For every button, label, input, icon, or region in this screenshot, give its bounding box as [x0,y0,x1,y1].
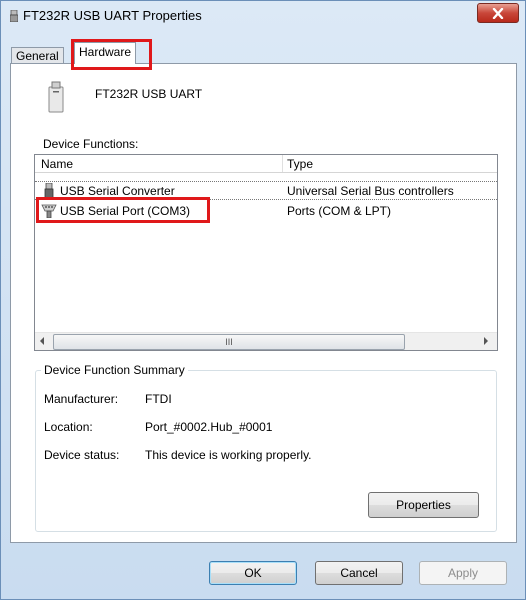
row-name: USB Serial Port (COM3) [60,204,191,218]
title-bar[interactable]: FT232R USB UART Properties [1,1,525,31]
tab-hardware[interactable]: Hardware [74,42,137,64]
list-header: Name Type [35,155,497,173]
location-label: Location: [44,420,93,434]
apply-button[interactable]: Apply [419,561,507,585]
device-icon [48,81,64,113]
device-status-value: This device is working properly. [145,448,312,462]
close-button[interactable] [477,3,519,23]
window-title: FT232R USB UART Properties [23,8,202,23]
usb-connector-icon [44,183,54,198]
summary-legend: Device Function Summary [41,363,188,377]
list-row-usb-serial-converter[interactable]: USB Serial Converter Universal Serial Bu… [35,181,497,200]
manufacturer-value: FTDI [145,392,172,406]
location-value: Port_#0002.Hub_#0001 [145,420,273,434]
scroll-right-icon[interactable] [484,337,488,345]
scroll-thumb[interactable]: III [53,334,405,350]
tab-general[interactable]: General [11,47,64,64]
device-functions-list[interactable]: Name Type USB Serial Converter Universal… [34,154,498,351]
manufacturer-label: Manufacturer: [44,392,119,406]
column-header-name[interactable]: Name [41,157,73,171]
row-type: Ports (COM & LPT) [287,204,392,218]
row-type: Universal Serial Bus controllers [287,184,454,198]
horizontal-scrollbar[interactable]: III [35,332,497,350]
cancel-button[interactable]: Cancel [315,561,403,585]
serial-port-icon [41,204,57,218]
device-status-label: Device status: [44,448,120,462]
row-name: USB Serial Converter [60,184,175,198]
usb-plug-icon [10,10,18,22]
column-separator[interactable] [282,155,283,172]
device-functions-label: Device Functions: [43,137,139,151]
properties-window: FT232R USB UART Properties General Hardw… [0,0,526,600]
column-header-type[interactable]: Type [287,157,313,171]
ok-button[interactable]: OK [209,561,297,585]
properties-button[interactable]: Properties [368,492,479,518]
list-row-usb-serial-port[interactable]: USB Serial Port (COM3) Ports (COM & LPT) [35,202,497,219]
scroll-left-icon[interactable] [40,337,44,345]
device-name: FT232R USB UART [95,87,203,101]
close-icon [492,7,504,19]
